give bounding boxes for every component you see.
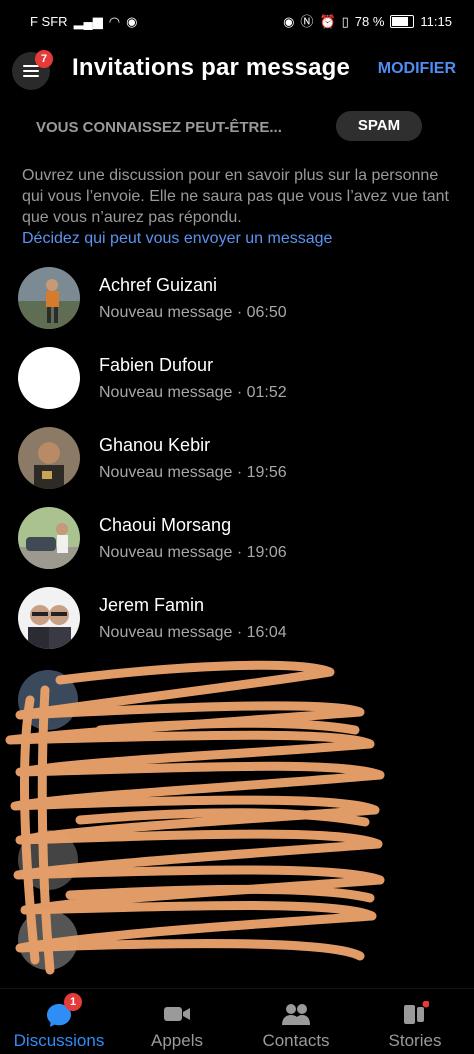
message-subtitle: Nouveau message · 16:04 <box>99 624 287 641</box>
alarm-icon: ⏰ <box>319 14 336 29</box>
tab-people-you-may-know[interactable]: VOUS CONNAISSEZ PEUT-ÊTRE... <box>36 119 282 136</box>
avatar <box>18 267 80 329</box>
eye-icon: ◉ <box>283 14 295 29</box>
avatar <box>18 587 80 649</box>
avatar <box>18 507 80 569</box>
message-subtitle: Nouveau message · 19:06 <box>99 544 287 561</box>
nfc-icon: Ⓝ <box>300 14 314 29</box>
modify-button[interactable]: MODIFIER <box>378 60 456 78</box>
message-subtitle: Nouveau message · 06:50 <box>99 304 287 321</box>
message-subtitle: Nouveau message · 19:56 <box>99 464 287 481</box>
contact-name: Jerem Famin <box>99 595 205 615</box>
nav-calls[interactable]: Appels <box>122 989 232 1054</box>
signal-icon: ▂▄▆ <box>73 14 103 29</box>
menu-badge: 7 <box>35 50 53 68</box>
nav-label: Contacts <box>262 1031 330 1050</box>
contact-name: Ghanou Kebir <box>99 435 211 455</box>
nav-stories[interactable]: Stories <box>360 989 470 1054</box>
nav-label: Discussions <box>13 1031 105 1050</box>
stories-icon <box>404 1001 429 1024</box>
header: 7 Invitations par message MODIFIER <box>0 46 474 96</box>
page-title: Invitations par message <box>72 54 351 81</box>
battery-icon <box>390 15 415 28</box>
redaction-scribble <box>5 660 385 975</box>
info-block: Ouvrez une discussion pour en savoir plu… <box>22 165 462 249</box>
contact-name: Achref Guizani <box>99 275 218 295</box>
carrier-label: F SFR <box>30 14 68 29</box>
request-list: Achref Guizani Nouveau message · 06:50 F… <box>0 263 474 663</box>
nav-label: Appels <box>151 1031 203 1050</box>
message-subtitle: Nouveau message · 01:52 <box>99 384 287 401</box>
info-text: Ouvrez une discussion pour en savoir plu… <box>22 167 449 226</box>
clock: 11:15 <box>420 14 452 29</box>
list-item[interactable]: Ghanou Kebir Nouveau message · 19:56 <box>0 423 474 503</box>
request-tabs: VOUS CONNAISSEZ PEUT-ÊTRE... SPAM <box>0 110 474 146</box>
list-item[interactable]: Jerem Famin Nouveau message · 16:04 <box>0 583 474 663</box>
nav-contacts[interactable]: Contacts <box>241 989 351 1054</box>
people-icon <box>282 1004 310 1025</box>
list-item[interactable]: Chaoui Morsang Nouveau message · 19:06 <box>0 503 474 583</box>
wifi-icon: ◠ <box>108 14 121 29</box>
hamburger-icon <box>23 65 39 77</box>
nav-discussions[interactable]: 1 Discussions <box>4 989 114 1054</box>
discussions-badge: 1 <box>64 993 82 1011</box>
battery-percent: 78 % <box>354 14 385 29</box>
messenger-notification-icon: ◉ <box>126 14 138 29</box>
list-item[interactable]: Fabien Dufour Nouveau message · 01:52 <box>0 343 474 423</box>
menu-button[interactable]: 7 <box>12 50 53 90</box>
video-camera-icon <box>164 1007 190 1021</box>
tab-spam[interactable]: SPAM <box>336 111 422 141</box>
nav-label: Stories <box>388 1031 442 1050</box>
status-bar: F SFR ▂▄▆ ◠ ◉ ◉ Ⓝ ⏰ ▯ 78 % 11:15 <box>0 0 474 44</box>
contact-name: Chaoui Morsang <box>99 515 232 535</box>
avatar <box>18 427 80 489</box>
vibrate-icon: ▯ <box>341 14 349 29</box>
avatar <box>18 347 80 409</box>
bottom-navigation: 1 Discussions Appels Contacts Stories <box>0 988 474 1054</box>
privacy-settings-link[interactable]: Décidez qui peut vous envoyer un message <box>22 228 462 249</box>
contact-name: Fabien Dufour <box>99 355 214 375</box>
list-item[interactable]: Achref Guizani Nouveau message · 06:50 <box>0 263 474 343</box>
